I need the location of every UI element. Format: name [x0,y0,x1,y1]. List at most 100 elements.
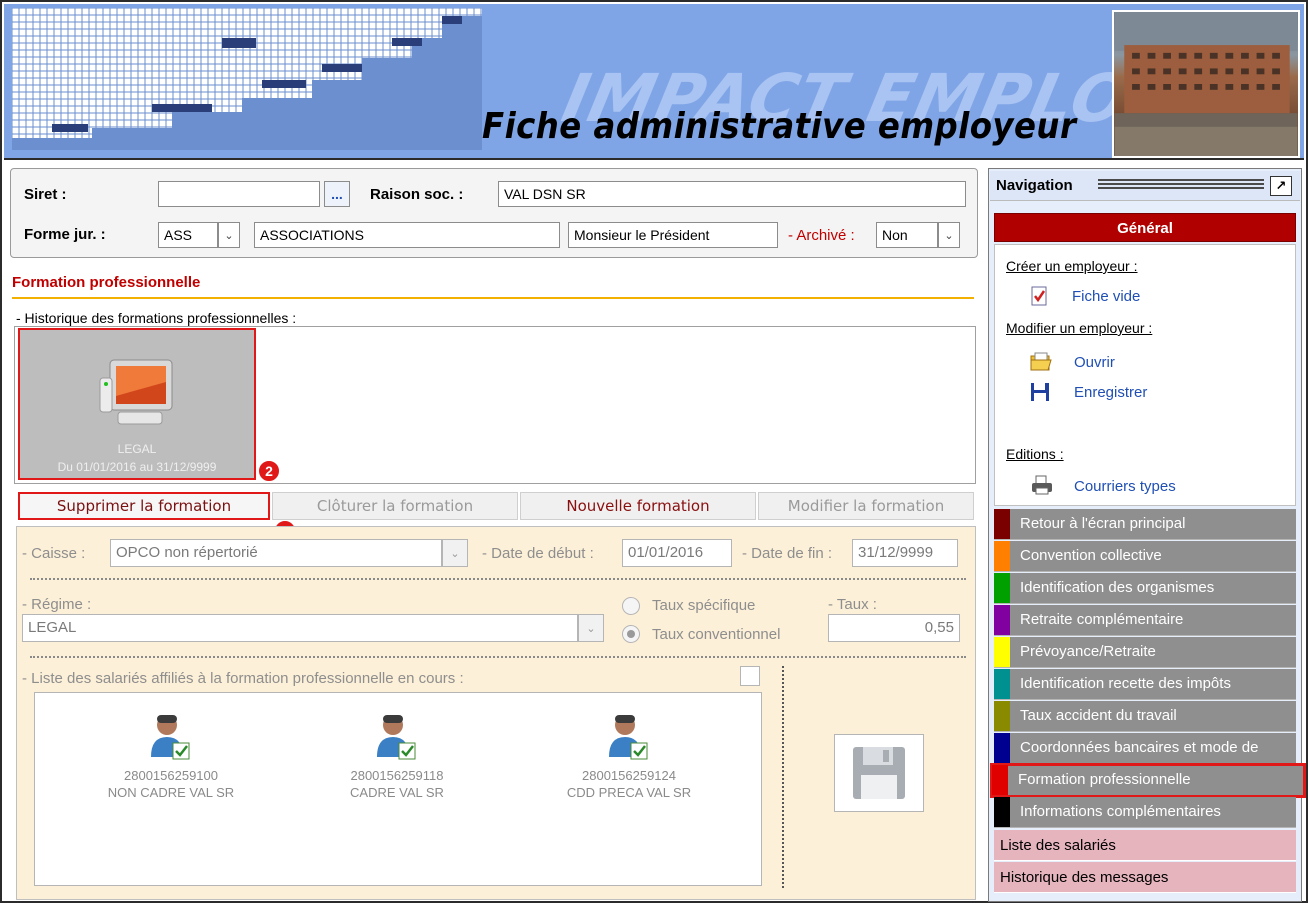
nav-item-liste-salaries[interactable]: Liste des salariés [994,830,1296,861]
nav-item-historique-messages[interactable]: Historique des messages [994,862,1296,893]
siret-label: Siret : [24,186,67,203]
employee-name: NON CADRE VAL SR [107,785,235,800]
ouvrir-link[interactable]: Ouvrir [1074,354,1115,371]
arrow-up-right-icon: ↗ [1275,178,1287,193]
page-title: Fiche administrative employeur [482,106,1077,147]
section-title: Formation professionnelle [12,274,201,291]
nav-item-label: Retour à l'écran principal [1020,515,1186,532]
color-swatch [994,797,1010,827]
caisse-select[interactable]: OPCO non répertorié [110,539,442,567]
chevron-down-icon: ⌄ [586,622,596,635]
employee-list: 2800156259100 NON CADRE VAL SR 280015625… [34,692,762,886]
nav-item-taux-accident-travail[interactable]: Taux accident du travail [994,701,1296,732]
printer-icon [1032,475,1052,495]
history-label: - Historique des formations professionne… [16,310,297,326]
courriers-types-link[interactable]: Courriers types [1074,478,1176,495]
forme-label: Forme jur. : [24,226,106,243]
chevron-down-icon: ⌄ [224,229,234,242]
nav-item-label: Convention collective [1020,547,1162,564]
archive-select[interactable]: Non [876,222,938,248]
modify-formation-button[interactable]: Modifier la formation [758,492,974,520]
employee-id: 2800156259100 [124,768,218,783]
forme-dropdown-button[interactable]: ⌄ [218,222,240,248]
color-swatch [994,541,1010,571]
grip-lines [1098,179,1264,191]
nav-item-label: Identification recette des impôts [1020,675,1231,692]
color-swatch [994,509,1010,539]
employee-name: CDD PRECA VAL SR [566,785,692,800]
nav-item-label: Retraite complémentaire [1020,611,1184,628]
raison-input[interactable]: VAL DSN SR [498,181,966,207]
nav-general-header[interactable]: Général [994,213,1296,242]
fiche-vide-link[interactable]: Fiche vide [1072,288,1140,305]
formation-action-bar: Supprimer la formation Clôturer la forma… [18,492,974,520]
archive-label: - Archivé : [788,227,855,244]
close-formation-button[interactable]: Clôturer la formation [272,492,518,520]
separator [30,578,966,580]
nav-item-retraite-complementaire[interactable]: Retraite complémentaire [994,605,1296,636]
nav-item-formation-professionnelle[interactable]: Formation professionnelle [990,763,1306,798]
date-fin-field[interactable]: 31/12/9999 [852,539,958,567]
nav-item-identification-recette-impots[interactable]: Identification recette des impôts [994,669,1296,700]
editions-heading: Editions : [1006,446,1064,462]
forme-code-select[interactable]: ASS [158,222,218,248]
taux-conventionnel-label: Taux conventionnel [652,626,781,643]
forme-name-field[interactable]: ASSOCIATIONS [254,222,560,248]
navigation-title: Navigation [996,177,1073,194]
nav-item-coordonnees-bancaires[interactable]: Coordonnées bancaires et mode de [994,733,1296,764]
nav-item-identification-organismes[interactable]: Identification des organismes [994,573,1296,604]
delete-formation-button[interactable]: Supprimer la formation [18,492,270,520]
liste-label: - Liste des salariés affiliés à la forma… [22,670,464,687]
chevron-down-icon: ⌄ [944,229,954,242]
caisse-label: - Caisse : [22,545,86,562]
list-item[interactable]: 2800156259100 NON CADRE VAL SR [71,713,271,801]
computer-icon [99,359,173,425]
new-document-icon [1031,286,1047,306]
titre-field[interactable]: Monsieur le Président [568,222,778,248]
tile-dates: Du 01/01/2016 au 31/12/9999 [57,460,217,474]
formation-tile-legal[interactable]: LEGAL Du 01/01/2016 au 31/12/9999 [18,328,256,480]
navigation-header: Navigation ↗ [990,171,1300,201]
nav-item-label: Taux accident du travail [1020,707,1177,724]
undock-button[interactable]: ↗ [1270,176,1292,196]
color-swatch [994,605,1010,635]
vertical-separator [782,666,784,888]
tile-name: LEGAL [117,442,157,456]
list-item[interactable]: 2800156259118 CADRE VAL SR [297,713,497,801]
select-all-checkbox[interactable] [740,666,760,686]
date-debut-field[interactable]: 01/01/2016 [622,539,732,567]
list-item[interactable]: 2800156259124 CDD PRECA VAL SR [529,713,729,801]
nav-item-prevoyance-retraite[interactable]: Prévoyance/Retraite [994,637,1296,668]
user-checked-icon [377,715,416,760]
user-checked-icon [151,715,190,760]
taux-conventionnel-radio[interactable] [622,625,640,643]
regime-dropdown-button[interactable]: ⌄ [578,614,604,642]
siret-search-button[interactable]: ... [324,181,350,207]
nav-item-retour-ecran-principal[interactable]: Retour à l'écran principal [994,509,1296,540]
building-photo [1112,10,1300,158]
taux-label: - Taux : [828,596,877,613]
siret-input[interactable] [158,181,320,207]
color-swatch [992,765,1008,795]
nav-item-informations-complementaires[interactable]: Informations complémentaires [994,797,1296,828]
nav-general-body [994,244,1296,506]
separator [30,656,966,658]
enregistrer-link[interactable]: Enregistrer [1074,384,1147,401]
archive-dropdown-button[interactable]: ⌄ [938,222,960,248]
employee-name: CADRE VAL SR [350,785,444,800]
date-debut-label: - Date de début : [482,545,594,562]
taux-specifique-radio[interactable] [622,597,640,615]
color-swatch [994,573,1010,603]
nav-item-label: Coordonnées bancaires et mode de [1020,739,1259,756]
user-checked-icon [609,715,648,760]
color-swatch [994,637,1010,667]
employee-id: 2800156259118 [350,768,444,783]
regime-select[interactable]: LEGAL [22,614,578,642]
taux-field[interactable]: 0,55 [828,614,960,642]
nav-item-convention-collective[interactable]: Convention collective [994,541,1296,572]
regime-label: - Régime : [22,596,92,613]
save-button[interactable] [834,734,924,812]
create-employer-heading: Créer un employeur : [1006,258,1138,274]
new-formation-button[interactable]: Nouvelle formation [520,492,756,520]
caisse-dropdown-button[interactable]: ⌄ [442,539,468,567]
